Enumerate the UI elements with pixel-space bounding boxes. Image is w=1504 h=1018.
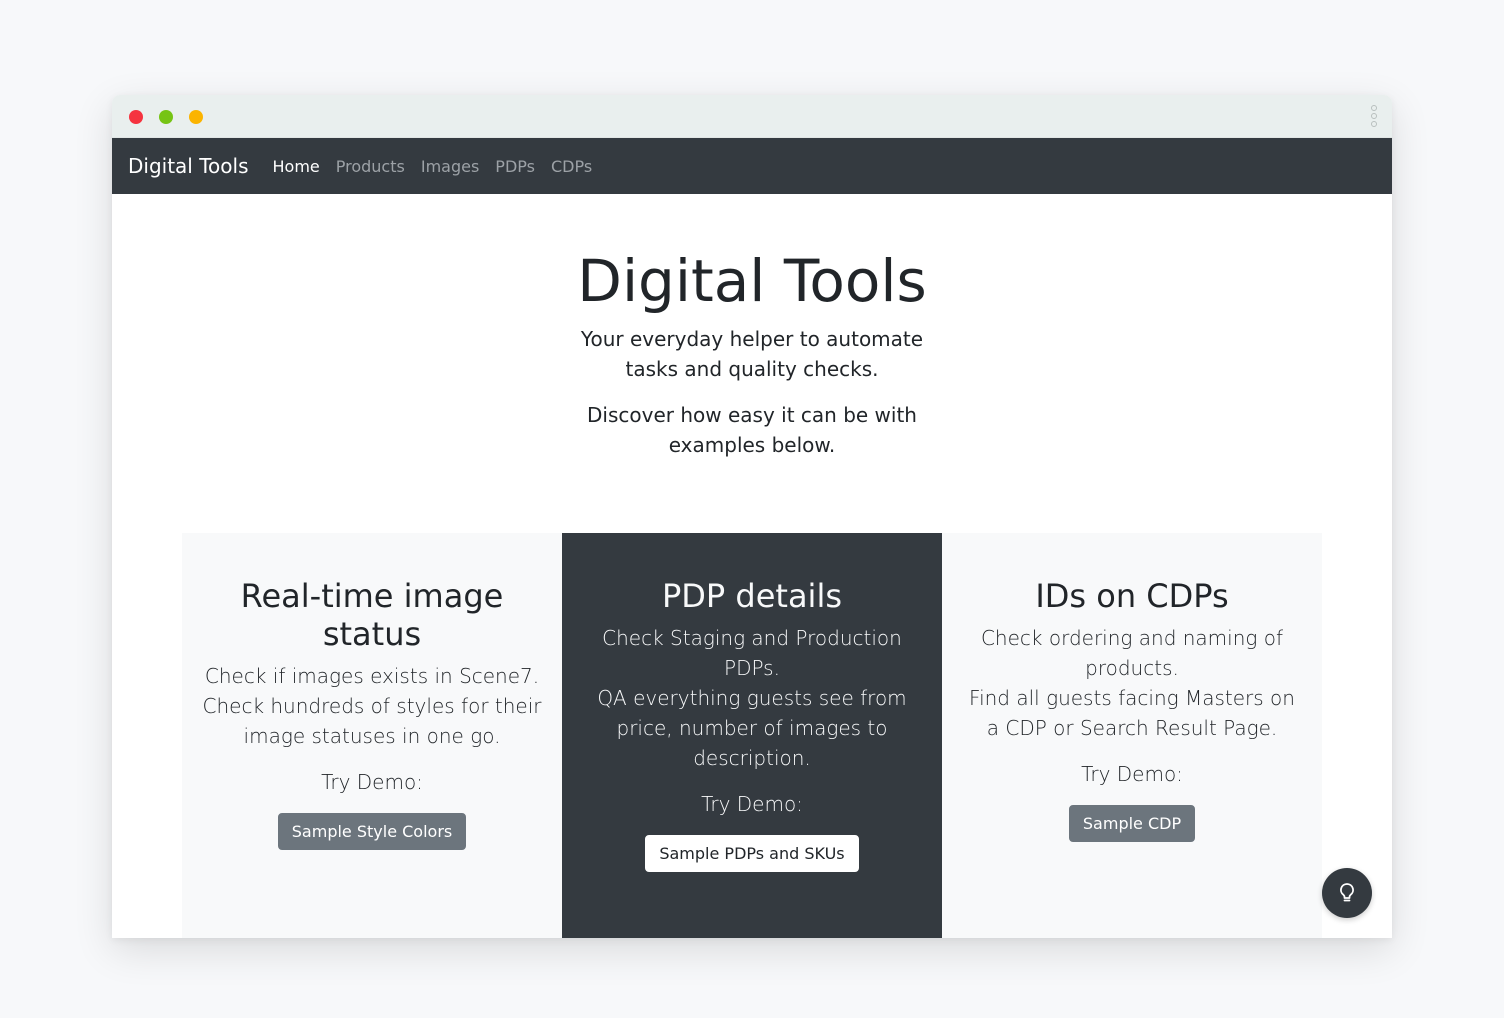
sample-pdps-and-skus-button[interactable]: Sample PDPs and SKUs — [645, 835, 859, 872]
feature-description: Check Staging and Production PDPs. QA ev… — [580, 623, 924, 773]
feature-description-line: Find all guests facing Masters on a CDP … — [969, 686, 1295, 740]
feature-card-image-status: Real-time image status Check if images e… — [182, 533, 562, 938]
lightbulb-help-button[interactable] — [1322, 868, 1372, 918]
kebab-menu-icon[interactable] — [1370, 105, 1378, 131]
sample-cdp-button[interactable]: Sample CDP — [1068, 805, 1196, 842]
nav-link-home[interactable]: Home — [273, 157, 320, 176]
top-navbar: Digital Tools Home Products Images PDPs … — [112, 138, 1392, 194]
hero-lead: Your everyday helper to automate tasks a… — [580, 326, 924, 381]
feature-description-line: Check if images exists in Scene7. — [204, 664, 540, 688]
nav-link-pdps[interactable]: PDPs — [495, 157, 535, 176]
navbar-brand[interactable]: Digital Tools — [128, 154, 249, 178]
browser-window: Digital Tools Home Products Images PDPs … — [112, 95, 1392, 938]
feature-description-line: Check ordering and naming of products. — [980, 626, 1284, 680]
try-demo-label: Try Demo: — [701, 792, 803, 816]
close-window-button[interactable] — [129, 110, 143, 124]
feature-title: Real-time image status — [240, 577, 504, 653]
feature-card-ids-on-cdps: IDs on CDPs Check ordering and naming of… — [942, 533, 1322, 938]
feature-description: Check ordering and naming of products. F… — [960, 623, 1304, 743]
feature-card-pdp-details: PDP details Check Staging and Production… — [562, 533, 942, 938]
hero-lead-secondary: Discover how easy it can be with example… — [587, 402, 917, 457]
nav-link-cdps[interactable]: CDPs — [551, 157, 592, 176]
lightbulb-icon — [1340, 883, 1354, 902]
features-row: Real-time image status Check if images e… — [182, 533, 1322, 938]
zoom-window-button[interactable] — [189, 110, 203, 124]
feature-description-line: Check Staging and Production PDPs. — [602, 626, 902, 680]
feature-description: Check if images exists in Scene7. Check … — [200, 661, 544, 751]
window-titlebar — [112, 95, 1392, 138]
feature-description-line: Check hundreds of styles for their image… — [202, 694, 542, 748]
nav-link-images[interactable]: Images — [421, 157, 479, 176]
try-demo-label: Try Demo: — [321, 770, 423, 794]
feature-title: IDs on CDPs — [1035, 577, 1229, 615]
sample-style-colors-button[interactable]: Sample Style Colors — [277, 813, 467, 850]
hero-section: Digital Tools Your everyday helper to au… — [112, 194, 1392, 460]
try-demo-label: Try Demo: — [1081, 762, 1183, 786]
hero-title: Digital Tools — [577, 247, 927, 315]
minimize-window-button[interactable] — [159, 110, 173, 124]
nav-link-products[interactable]: Products — [336, 157, 405, 176]
feature-description-line: QA everything guests see from price, num… — [597, 686, 907, 770]
feature-title: PDP details — [661, 577, 842, 615]
